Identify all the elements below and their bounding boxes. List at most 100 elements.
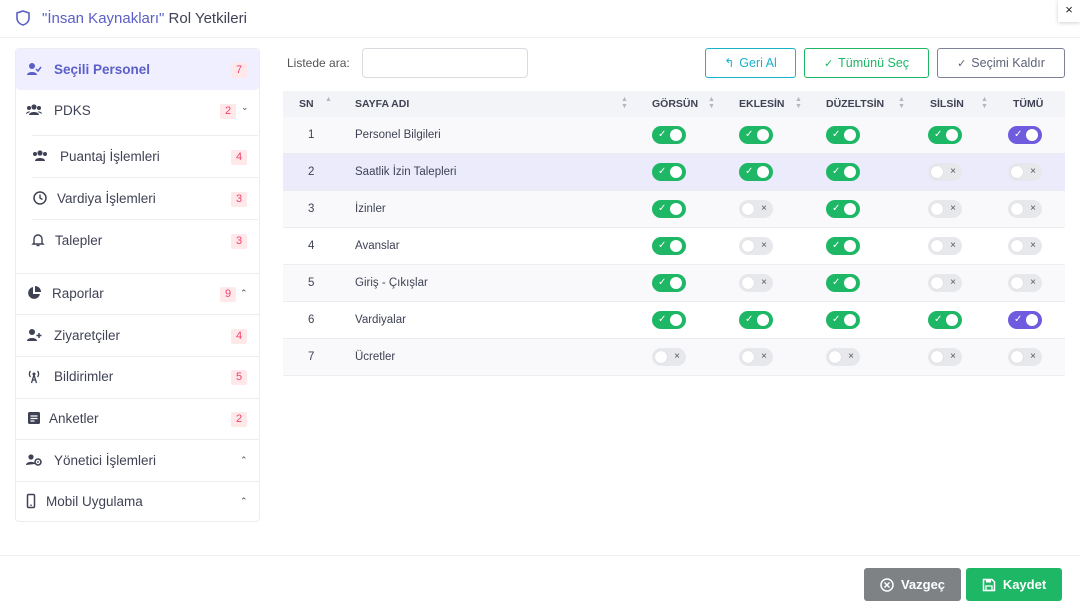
toggle-gorsun[interactable]: × [652, 348, 686, 366]
column-header-sn[interactable]: SN [299, 98, 314, 110]
toggle-duzeltsin[interactable]: ✓ [826, 200, 860, 218]
toggle-knob [742, 203, 754, 215]
toggle-silsin[interactable]: × [928, 163, 962, 181]
sidebar-item-puantaj[interactable]: Puantaj İşlemleri 4 [16, 136, 259, 177]
chevron-up-icon[interactable]: ⌃ [240, 496, 248, 507]
bell-icon [31, 234, 45, 247]
cancel-icon [880, 577, 894, 592]
search-input[interactable] [362, 48, 528, 78]
table-row: 5 Giriş - Çıkışlar ✓ × ✓ × × [283, 265, 1065, 302]
row-page-name: Saatlik İzin Talepleri [355, 166, 457, 178]
undo-button[interactable]: ↰ Geri Al [705, 48, 796, 78]
toggle-gorsun[interactable]: ✓ [652, 274, 686, 292]
toggle-silsin[interactable]: × [928, 348, 962, 366]
column-header-name[interactable]: SAYFA ADI [355, 98, 409, 110]
toggle-gorsun[interactable]: ✓ [652, 163, 686, 181]
check-icon: ✓ [832, 277, 841, 288]
toggle-knob [1011, 277, 1023, 289]
chevron-down-icon[interactable]: ⌄ [241, 102, 249, 113]
toggle-eklesin[interactable]: × [739, 274, 773, 292]
toggle-duzeltsin[interactable]: ✓ [826, 311, 860, 329]
toggle-duzeltsin[interactable]: ✓ [826, 274, 860, 292]
toggle-silsin[interactable]: ✓ [928, 311, 962, 329]
column-header-duzeltsin[interactable]: DÜZELTSİN [826, 98, 884, 110]
sidebar-item-secili-personel[interactable]: Seçili Personel 7 [16, 49, 259, 90]
toggle-silsin[interactable]: ✓ [928, 126, 962, 144]
toggle-eklesin[interactable]: ✓ [739, 163, 773, 181]
sort-up-icon[interactable]: ▲ [325, 96, 332, 103]
column-header-eklesin[interactable]: EKLESİN [739, 98, 785, 110]
sort-icon[interactable]: ▲ ▼ [981, 96, 988, 110]
toggle-tumu[interactable]: × [1008, 237, 1042, 255]
toggle-eklesin[interactable]: × [739, 348, 773, 366]
check-icon: ✓ [658, 203, 667, 214]
toggle-duzeltsin[interactable]: ✓ [826, 126, 860, 144]
column-header-gorsun[interactable]: GÖRSÜN [652, 98, 698, 110]
count-badge: 3 [231, 192, 247, 207]
chevron-up-icon[interactable]: ⌃ [240, 288, 248, 299]
toggle-tumu[interactable]: × [1008, 163, 1042, 181]
toggle-gorsun[interactable]: ✓ [652, 237, 686, 255]
toggle-duzeltsin[interactable]: ✓ [826, 163, 860, 181]
count-badge: 2 [220, 104, 236, 119]
sidebar-item-vardiya[interactable]: Vardiya İşlemleri 3 [16, 178, 259, 219]
toggle-gorsun[interactable]: ✓ [652, 200, 686, 218]
toggle-knob [742, 240, 754, 252]
row-sn: 7 [308, 351, 315, 363]
sidebar-item-pdks[interactable]: PDKS 2 ⌄ [16, 90, 259, 131]
toggle-gorsun[interactable]: ✓ [652, 126, 686, 144]
sidebar-item-bildirimler[interactable]: Bildirimler 5 [16, 356, 259, 397]
sort-icon[interactable]: ▲ ▼ [898, 96, 905, 110]
sidebar-item-ziyaretciler[interactable]: Ziyaretçiler 4 [16, 315, 259, 356]
toggle-silsin[interactable]: × [928, 200, 962, 218]
sort-icon[interactable]: ▲ ▼ [708, 96, 715, 110]
sidebar-item-mobil[interactable]: Mobil Uygulama ⌃ [16, 481, 259, 522]
sidebar-item-label: Bildirimler [54, 369, 114, 384]
toggle-duzeltsin[interactable]: × [826, 348, 860, 366]
check-icon: ✓ [658, 314, 667, 325]
close-icon[interactable]: × [1058, 0, 1080, 22]
x-icon: × [950, 277, 956, 288]
table-row: 2 Saatlik İzin Talepleri ✓ ✓ ✓ × × [283, 154, 1065, 191]
sidebar-item-label: Talepler [55, 233, 103, 248]
row-sn: 3 [308, 203, 315, 215]
save-button[interactable]: Kaydet [966, 568, 1062, 601]
column-header-silsin[interactable]: SİLSİN [930, 98, 964, 110]
toggle-silsin[interactable]: × [928, 237, 962, 255]
sort-icon[interactable]: ▲ ▼ [795, 96, 802, 110]
toggle-eklesin[interactable]: × [739, 237, 773, 255]
column-header-tumu[interactable]: TÜMÜ [1013, 98, 1043, 110]
sidebar-item-talepler[interactable]: Talepler 3 [16, 220, 259, 261]
sidebar-item-raporlar[interactable]: Raporlar 9 ⌃ [16, 273, 259, 314]
toggle-knob [655, 351, 667, 363]
toggle-tumu[interactable]: × [1008, 348, 1042, 366]
toggle-knob [670, 166, 682, 178]
toggle-knob [1026, 314, 1038, 326]
cancel-button[interactable]: Vazgeç [864, 568, 961, 601]
toggle-knob [757, 166, 769, 178]
toggle-tumu[interactable]: ✓ [1008, 311, 1042, 329]
toggle-tumu[interactable]: ✓ [1008, 126, 1042, 144]
x-icon: × [1030, 240, 1036, 251]
toggle-eklesin[interactable]: ✓ [739, 126, 773, 144]
toggle-tumu[interactable]: × [1008, 274, 1042, 292]
check-icon: ✓ [1014, 314, 1023, 325]
select-all-button[interactable]: ✓ Tümünü Seç [804, 48, 929, 78]
clear-selection-label: Seçimi Kaldır [971, 56, 1045, 70]
sidebar-item-anketler[interactable]: Anketler 2 [16, 398, 259, 439]
sort-icon[interactable]: ▲ ▼ [621, 96, 628, 110]
toggle-eklesin[interactable]: × [739, 200, 773, 218]
clear-selection-button[interactable]: ✓ Seçimi Kaldır [937, 48, 1065, 78]
sidebar-item-yonetici[interactable]: Yönetici İşlemleri ⌃ [16, 440, 259, 481]
sidebar-item-label: PDKS [54, 103, 91, 118]
toggle-silsin[interactable]: × [928, 274, 962, 292]
toggle-tumu[interactable]: × [1008, 200, 1042, 218]
toggle-gorsun[interactable]: ✓ [652, 311, 686, 329]
check-icon: ✓ [745, 129, 754, 140]
toggle-knob [844, 240, 856, 252]
x-icon: × [950, 203, 956, 214]
toggle-eklesin[interactable]: ✓ [739, 311, 773, 329]
toggle-duzeltsin[interactable]: ✓ [826, 237, 860, 255]
chevron-up-icon[interactable]: ⌃ [240, 455, 248, 466]
check-icon: ✓ [658, 240, 667, 251]
